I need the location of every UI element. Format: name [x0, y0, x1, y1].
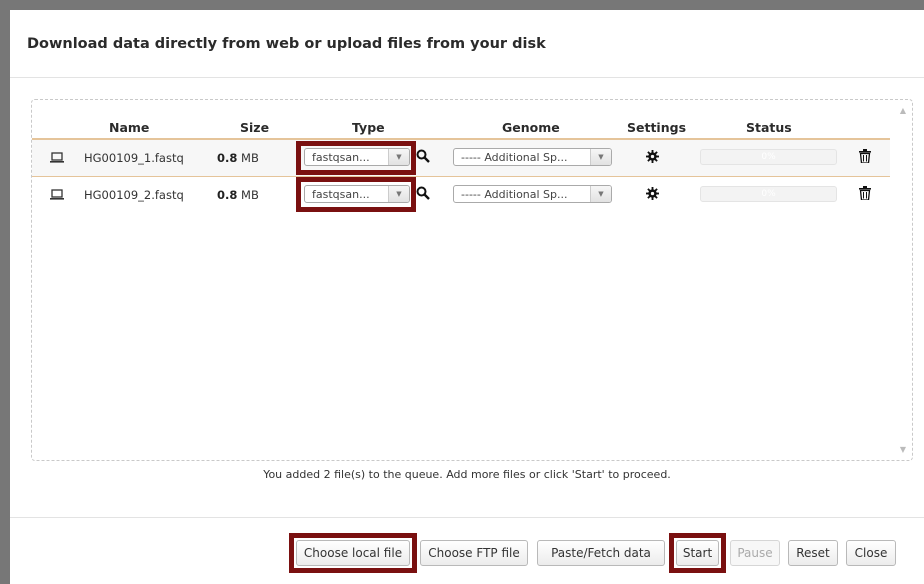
title-divider — [10, 77, 924, 78]
table-row: HG00109_1.fastq 0.8 MB fastqsan... ▼ ---… — [32, 140, 890, 177]
queue-status-message: You added 2 file(s) to the queue. Add mo… — [263, 468, 671, 481]
column-header-settings: Settings — [627, 120, 687, 135]
upload-progress-bar: 0% — [700, 186, 837, 202]
window-frame-top — [0, 0, 924, 10]
reset-button[interactable]: Reset — [788, 540, 838, 566]
laptop-icon — [50, 189, 64, 200]
file-size: 0.8 MB — [217, 151, 259, 165]
progress-label: 0% — [761, 152, 776, 162]
dialog-title: Download data directly from web or uploa… — [27, 36, 546, 52]
laptop-icon — [50, 152, 64, 163]
genome-select-value: ----- Additional Sp... — [461, 151, 568, 164]
upload-queue-box: ▲ ▼ Name Size Type Genome Settings Statu… — [31, 99, 913, 461]
progress-label: 0% — [761, 189, 776, 199]
column-header-genome: Genome — [502, 120, 560, 135]
paste-fetch-data-button[interactable]: Paste/Fetch data — [537, 540, 665, 566]
highlight-box — [296, 141, 416, 175]
highlight-box — [296, 177, 416, 212]
genome-select[interactable]: ----- Additional Sp... ▼ — [453, 148, 612, 166]
column-header-name: Name — [109, 120, 150, 135]
scroll-down-arrow-icon[interactable]: ▼ — [900, 445, 906, 454]
column-header-type: Type — [352, 120, 385, 135]
search-icon[interactable] — [416, 186, 430, 200]
table-row: HG00109_2.fastq 0.8 MB fastqsan... ▼ ---… — [32, 177, 890, 213]
scroll-up-arrow-icon[interactable]: ▲ — [900, 106, 906, 115]
choose-ftp-file-button[interactable]: Choose FTP file — [420, 540, 528, 566]
file-name: HG00109_2.fastq — [84, 188, 184, 202]
column-header-status: Status — [746, 120, 792, 135]
chevron-down-icon: ▼ — [590, 149, 611, 165]
highlight-box — [669, 533, 726, 573]
footer-divider — [10, 517, 924, 518]
gear-icon[interactable] — [646, 150, 659, 163]
chevron-down-icon: ▼ — [590, 186, 611, 202]
file-size: 0.8 MB — [217, 188, 259, 202]
genome-select-value: ----- Additional Sp... — [461, 188, 568, 201]
pause-button[interactable]: Pause — [730, 540, 780, 566]
search-icon[interactable] — [416, 149, 430, 163]
trash-icon[interactable] — [859, 186, 871, 200]
window-frame-left — [0, 0, 10, 584]
highlight-box — [289, 533, 417, 573]
file-name: HG00109_1.fastq — [84, 151, 184, 165]
column-header-size: Size — [240, 120, 270, 135]
close-button[interactable]: Close — [846, 540, 896, 566]
trash-icon[interactable] — [859, 149, 871, 163]
gear-icon[interactable] — [646, 187, 659, 200]
genome-select[interactable]: ----- Additional Sp... ▼ — [453, 185, 612, 203]
upload-progress-bar: 0% — [700, 149, 837, 165]
upload-dialog: Download data directly from web or uploa… — [10, 10, 924, 584]
